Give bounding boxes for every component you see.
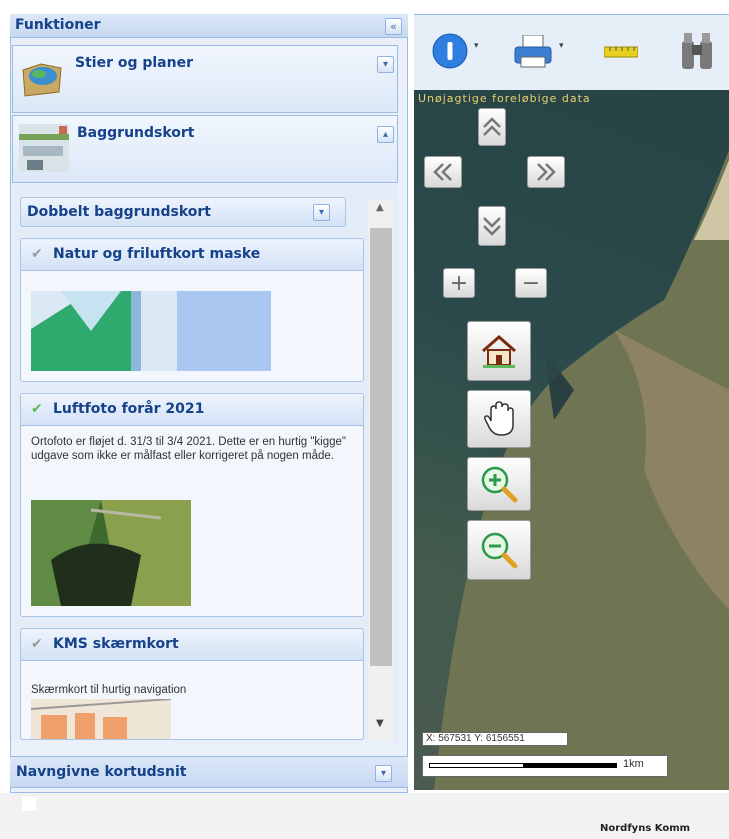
- zoom-in-step-button[interactable]: +: [443, 268, 475, 298]
- plus-icon: +: [449, 270, 469, 296]
- scroll-up-icon[interactable]: ▲: [376, 202, 384, 213]
- expand-navngivne-button[interactable]: ▾: [375, 765, 392, 782]
- map-folder-icon: [22, 63, 62, 97]
- info-icon[interactable]: [432, 33, 468, 69]
- pan-down-button[interactable]: [478, 206, 506, 246]
- accordion-baggrundskort[interactable]: Baggrundskort ▴: [12, 115, 398, 183]
- layer-thumbnail: [31, 291, 271, 371]
- scale-bar: 1km: [422, 755, 668, 777]
- map-toolbar: ▾ ▾: [414, 14, 729, 91]
- background-map-icon: [19, 124, 69, 172]
- home-icon: [482, 335, 516, 368]
- print-icon[interactable]: [513, 35, 553, 69]
- layer-header[interactable]: ✔ Natur og friluftkort maske: [21, 239, 363, 271]
- pan-left-button[interactable]: [424, 156, 462, 188]
- chevron-down-icon[interactable]: ▾: [474, 41, 479, 51]
- layer-header[interactable]: ✔ Luftfoto forår 2021: [21, 394, 363, 426]
- collapse-baggrund-button[interactable]: ▴: [377, 126, 394, 143]
- scrollbar[interactable]: ▲ ▼: [368, 200, 394, 740]
- layer-header[interactable]: ✔ KMS skærmkort: [21, 629, 363, 661]
- map-watermark: Unøjagtige foreløbige data: [418, 92, 591, 105]
- aerial-imagery: [414, 90, 729, 790]
- stier-label: Stier og planer: [75, 55, 193, 71]
- zoom-out-tool-button[interactable]: [467, 520, 531, 580]
- coordinate-readout: X: 567531 Y: 6156551: [422, 732, 568, 746]
- scale-bar-fill: [523, 763, 617, 768]
- minus-icon: −: [521, 270, 541, 296]
- layer-title: Natur og friluftkort maske: [53, 246, 261, 262]
- scroll-down-icon[interactable]: ▼: [376, 718, 384, 729]
- basemap-mode-dropdown[interactable]: Dobbelt baggrundskort ▾: [20, 197, 346, 227]
- dropdown-label: Dobbelt baggrundskort: [27, 204, 211, 220]
- double-chevron-right-icon: [537, 163, 556, 181]
- dropdown-arrow-icon[interactable]: ▾: [313, 204, 330, 221]
- collapse-panel-button[interactable]: «: [385, 18, 402, 35]
- footer-bar: Nordfyns Komm: [0, 793, 729, 839]
- double-chevron-left-icon: [433, 163, 452, 181]
- double-chevron-down-icon: [483, 217, 501, 236]
- footer-box: [22, 797, 36, 811]
- pan-up-button[interactable]: [478, 108, 506, 146]
- pan-right-button[interactable]: [527, 156, 565, 188]
- zoom-in-tool-button[interactable]: [467, 457, 531, 511]
- binoculars-icon[interactable]: [680, 31, 714, 71]
- layer-card: ✔ Natur og friluftkort maske: [20, 238, 364, 382]
- zoom-out-step-button[interactable]: −: [515, 268, 547, 298]
- layer-description: Ortofoto er fløjet d. 31/3 til 3/4 2021.…: [31, 436, 347, 462]
- home-button[interactable]: [467, 321, 531, 381]
- unchecked-icon[interactable]: ✔: [31, 246, 43, 262]
- layer-title: Luftfoto forår 2021: [53, 401, 205, 417]
- panel-header: Funktioner: [10, 14, 408, 38]
- layer-description: Skærmkort til hurtig navigation: [31, 684, 187, 696]
- unchecked-icon[interactable]: ✔: [31, 636, 43, 652]
- baggrund-label: Baggrundskort: [77, 125, 195, 141]
- zoom-in-magnifier-icon: [481, 466, 518, 503]
- panel-title: Funktioner: [15, 17, 101, 33]
- expand-stier-button[interactable]: ▾: [377, 56, 394, 73]
- layer-thumbnail: [31, 699, 171, 739]
- map-view[interactable]: Unøjagtige foreløbige data: [414, 90, 729, 790]
- layer-card: ✔ KMS skærmkort Skærmkort til hurtig nav…: [20, 628, 364, 740]
- navngivne-label: Navngivne kortudsnit: [16, 764, 187, 780]
- hand-icon: [484, 401, 514, 436]
- chevron-down-icon[interactable]: ▾: [559, 41, 564, 51]
- layer-thumbnail: [31, 500, 191, 606]
- footer-text: Nordfyns Komm: [600, 823, 691, 834]
- scrollbar-thumb[interactable]: [370, 228, 392, 666]
- ruler-icon[interactable]: [604, 46, 638, 58]
- checked-icon[interactable]: ✔: [31, 401, 43, 417]
- scale-label: 1km: [623, 758, 644, 770]
- accordion-navngivne[interactable]: Navngivne kortudsnit ▾: [10, 756, 408, 788]
- zoom-out-magnifier-icon: [481, 532, 518, 569]
- pan-hand-button[interactable]: [467, 390, 531, 448]
- accordion-stier[interactable]: Stier og planer ▾: [12, 45, 398, 113]
- layer-card: ✔ Luftfoto forår 2021 Ortofoto er fløjet…: [20, 393, 364, 617]
- layer-title: KMS skærmkort: [53, 636, 179, 652]
- double-chevron-up-icon: [483, 117, 501, 136]
